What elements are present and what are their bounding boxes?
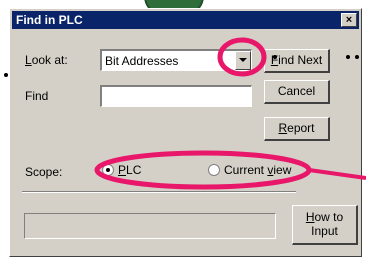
dropdown-highlight-ellipse <box>217 37 267 77</box>
scope-highlight-ellipse <box>94 150 312 190</box>
scope-pointer-line <box>308 168 366 180</box>
highlight-overlay <box>94 37 366 190</box>
